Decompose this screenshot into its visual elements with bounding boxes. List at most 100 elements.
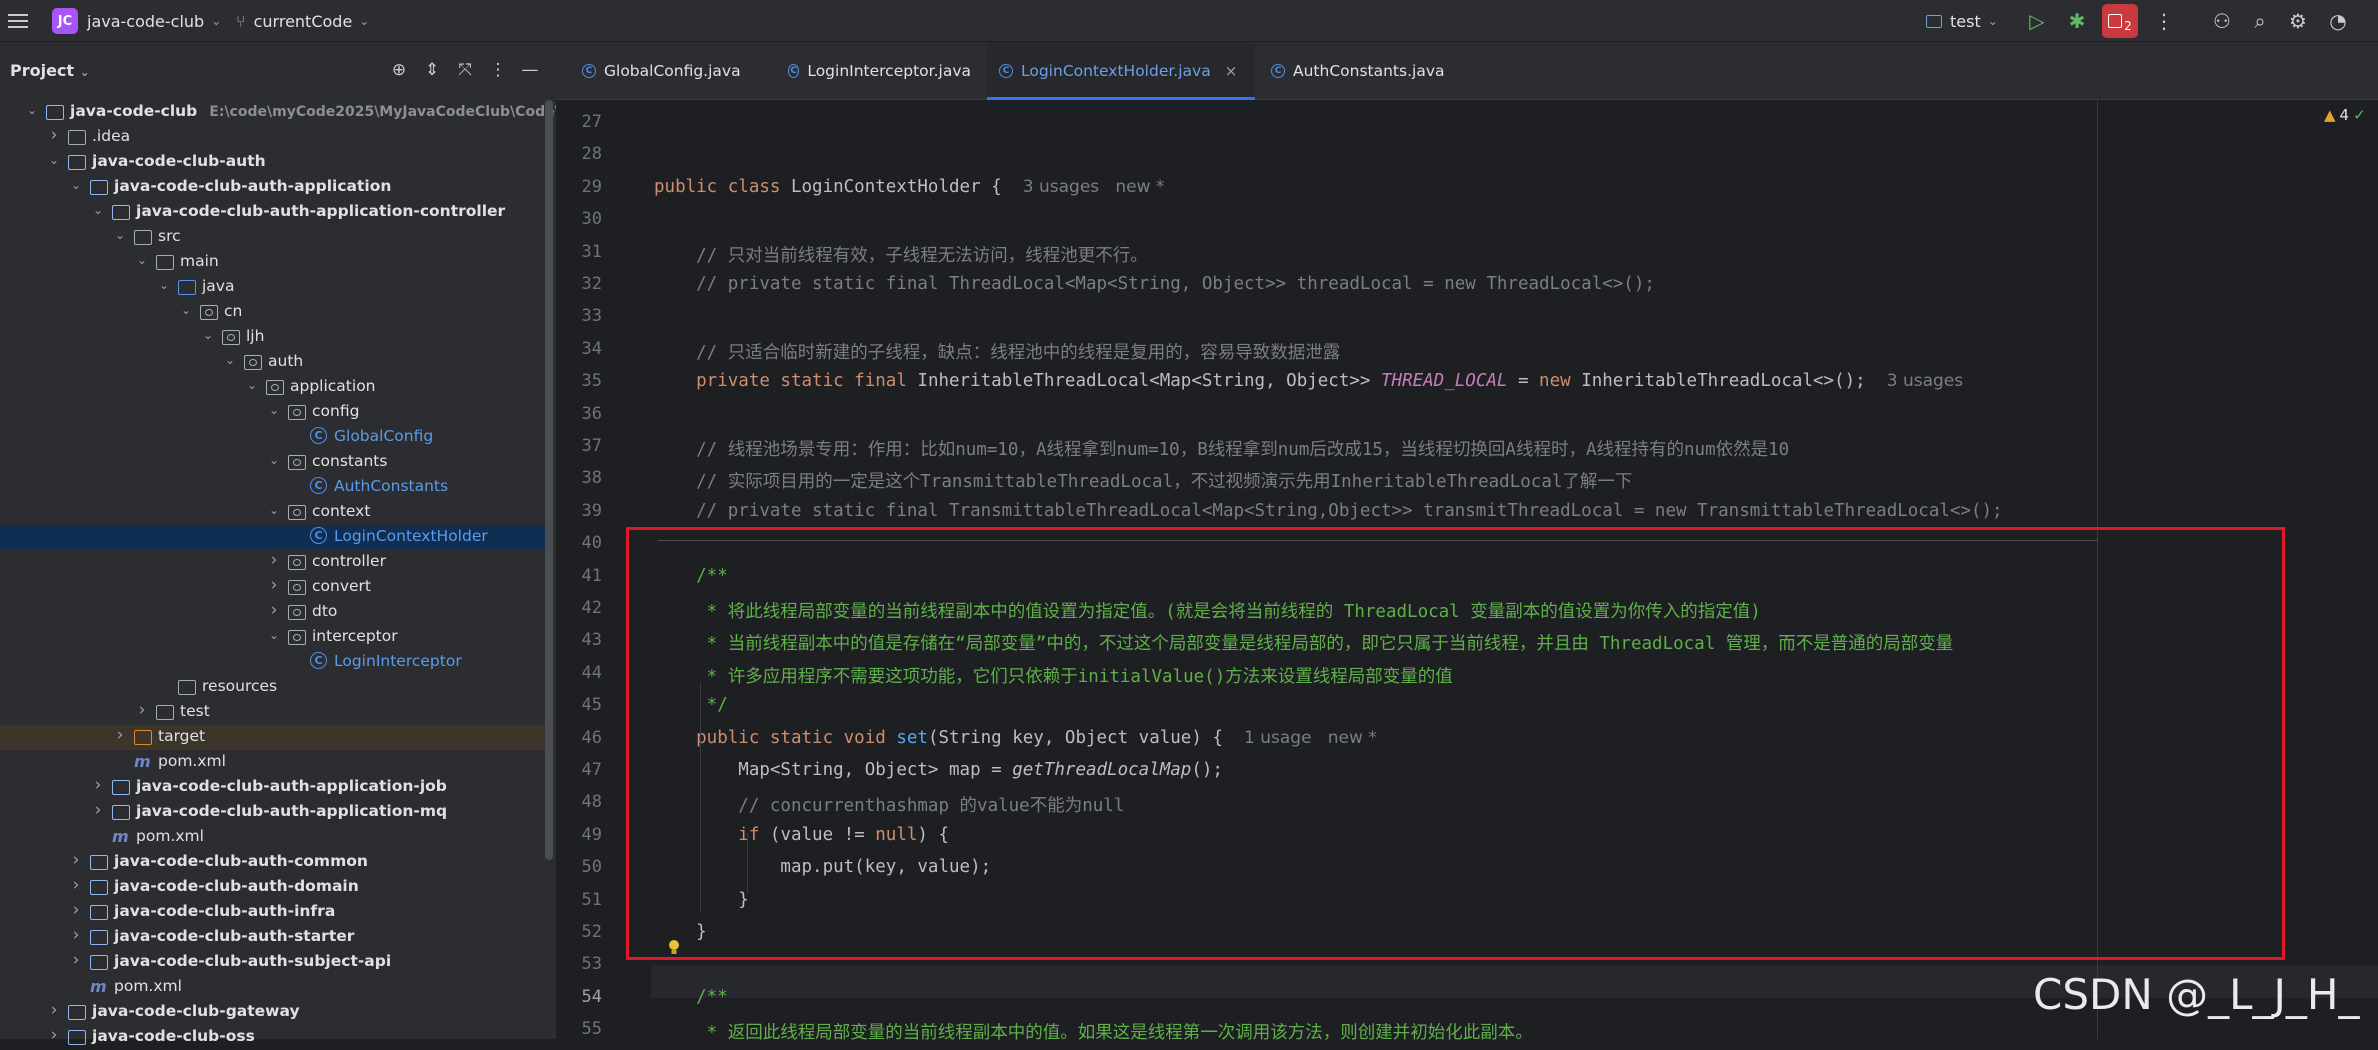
tree-item[interactable]: ⌄ java-code-club-auth bbox=[0, 150, 546, 175]
editor-tab[interactable]: C LoginInterceptor.java bbox=[776, 42, 971, 99]
tree-item[interactable]: ⌄ cn bbox=[0, 300, 546, 325]
tree-item-label: java-code-club-auth-common bbox=[114, 852, 368, 870]
tree-item[interactable]: C AuthConstants bbox=[0, 475, 546, 500]
debug-icon[interactable]: ✱ bbox=[2064, 8, 2090, 34]
tree-item[interactable]: C LoginInterceptor bbox=[0, 650, 546, 675]
tree-item[interactable]: ⌄ java bbox=[0, 275, 546, 300]
tree-item[interactable]: ⌄ ljh bbox=[0, 325, 546, 350]
tree-item[interactable]: ⌄ java-code-club-auth-application bbox=[0, 175, 546, 200]
chevron-down-icon[interactable]: ⌄ bbox=[245, 378, 259, 392]
hide-panel-icon[interactable]: — bbox=[518, 58, 542, 82]
options-icon[interactable]: ⋮ bbox=[486, 58, 510, 82]
tree-item[interactable]: › java-code-club-auth-common bbox=[0, 850, 546, 875]
tree-item[interactable]: ⌄ interceptor bbox=[0, 625, 546, 650]
account-icon[interactable]: ◔ bbox=[2325, 8, 2351, 34]
tree-item[interactable]: › java-code-club-auth-application-job bbox=[0, 775, 546, 800]
chevron-right-icon[interactable]: › bbox=[91, 775, 105, 795]
tree-item-label: .idea bbox=[92, 127, 131, 145]
inspection-widget[interactable]: ▲ 4 ✓ bbox=[2324, 106, 2366, 124]
tree-item[interactable]: › java-code-club-gateway bbox=[0, 1000, 546, 1025]
tree-item[interactable]: resources bbox=[0, 675, 546, 700]
search-icon[interactable]: ⌕ bbox=[2247, 8, 2273, 34]
close-tab-icon[interactable]: × bbox=[1225, 62, 1238, 80]
notifications-button[interactable]: 2 bbox=[2102, 4, 2138, 38]
chevron-right-icon[interactable]: › bbox=[267, 600, 281, 620]
editor-tab[interactable]: C GlobalConfig.java bbox=[570, 42, 760, 99]
chevron-right-icon[interactable]: › bbox=[91, 800, 105, 820]
chevron-down-icon[interactable]: ⌄ bbox=[113, 228, 127, 242]
chevron-right-icon[interactable]: › bbox=[113, 725, 127, 745]
chevron-down-icon[interactable]: ⌄ bbox=[223, 353, 237, 367]
tree-item[interactable]: › .idea bbox=[0, 125, 546, 150]
chevron-down-icon[interactable]: ⌄ bbox=[201, 328, 215, 342]
chevron-down-icon[interactable]: ⌄ bbox=[157, 278, 171, 292]
locate-file-icon[interactable]: ⊕ bbox=[387, 58, 411, 82]
chevron-right-icon[interactable]: › bbox=[135, 700, 149, 720]
editor-tab[interactable]: C AuthConstants.java bbox=[1259, 42, 1459, 99]
tree-item[interactable]: › java-code-club-auth-subject-api bbox=[0, 950, 546, 975]
chevron-right-icon[interactable]: › bbox=[267, 575, 281, 595]
chevron-down-icon[interactable]: ⌄ bbox=[135, 253, 149, 267]
tree-item[interactable]: › java-code-club-auth-application-mq bbox=[0, 800, 546, 825]
tree-item[interactable]: ⌄ src bbox=[0, 225, 546, 250]
chevron-right-icon[interactable]: › bbox=[69, 875, 83, 895]
chevron-down-icon[interactable]: ⌄ bbox=[69, 178, 83, 192]
tree-item[interactable]: m pom.xml bbox=[0, 750, 546, 775]
tree-item[interactable]: ⌄ application bbox=[0, 375, 546, 400]
lightbulb-icon[interactable] bbox=[667, 939, 681, 957]
code-token: // private static final TransmittableThr… bbox=[654, 500, 2003, 521]
settings-gear-icon[interactable]: ⚙ bbox=[2285, 8, 2311, 34]
chevron-down-icon[interactable]: ⌄ bbox=[267, 628, 281, 642]
chevron-right-icon[interactable]: › bbox=[47, 1025, 61, 1045]
collapse-all-icon[interactable]: ⤧ bbox=[453, 58, 477, 82]
tree-item[interactable]: m pom.xml bbox=[0, 975, 546, 1000]
chevron-right-icon[interactable]: › bbox=[69, 925, 83, 945]
chevron-right-icon[interactable]: › bbox=[47, 125, 61, 145]
tree-item[interactable]: › java-code-club-auth-domain bbox=[0, 875, 546, 900]
main-menu-icon[interactable] bbox=[8, 0, 28, 42]
line-number: 53 bbox=[581, 954, 602, 975]
tree-item[interactable]: › java-code-club-auth-infra bbox=[0, 900, 546, 925]
more-actions-icon[interactable]: ⋮ bbox=[2151, 8, 2177, 34]
tree-item[interactable]: m pom.xml bbox=[0, 825, 546, 850]
chevron-right-icon[interactable]: › bbox=[47, 1000, 61, 1020]
tree-item[interactable]: ⌄ auth bbox=[0, 350, 546, 375]
chevron-down-icon[interactable]: ⌄ bbox=[25, 103, 39, 117]
tree-item[interactable]: C GlobalConfig bbox=[0, 425, 546, 450]
tree-item-label: auth bbox=[268, 352, 304, 370]
tree-item[interactable]: ⌄ context bbox=[0, 500, 546, 525]
tree-item[interactable]: › java-code-club-auth-starter bbox=[0, 925, 546, 950]
chevron-right-icon[interactable]: › bbox=[69, 950, 83, 970]
chevron-down-icon[interactable]: ⌄ bbox=[91, 203, 105, 217]
chevron-down-icon[interactable]: ⌄ bbox=[267, 453, 281, 467]
tree-item[interactable]: › test bbox=[0, 700, 546, 725]
project-panel-title[interactable]: Project ⌄ bbox=[10, 61, 90, 80]
tree-item[interactable]: › target bbox=[0, 725, 546, 750]
tree-item[interactable]: ⌄ constants bbox=[0, 450, 546, 475]
add-user-icon[interactable]: ⚇ bbox=[2209, 8, 2235, 34]
chevron-down-icon[interactable]: ⌄ bbox=[267, 403, 281, 417]
editor-tab[interactable]: C LoginContextHolder.java × bbox=[987, 42, 1255, 100]
chevron-right-icon[interactable]: › bbox=[267, 550, 281, 570]
tree-item[interactable]: ⌄ main bbox=[0, 250, 546, 275]
run-icon[interactable]: ▷ bbox=[2024, 8, 2050, 34]
tree-item[interactable]: C LoginContextHolder bbox=[0, 525, 546, 550]
chevron-down-icon[interactable]: ⌄ bbox=[179, 303, 193, 317]
tree-item[interactable]: › java-code-club-oss bbox=[0, 1025, 546, 1050]
tree-item[interactable]: ⌄ config bbox=[0, 400, 546, 425]
branch-switcher[interactable]: ⑂ currentCode ⌄ bbox=[236, 0, 369, 42]
tree-item[interactable]: › dto bbox=[0, 600, 546, 625]
run-config-selector[interactable]: test ⌄ bbox=[1926, 0, 1998, 42]
expand-all-icon[interactable]: ⇕ bbox=[420, 58, 444, 82]
chevron-right-icon[interactable]: › bbox=[69, 850, 83, 870]
tree-item[interactable]: ⌄ java-code-club-auth-application-control… bbox=[0, 200, 546, 225]
chevron-down-icon[interactable]: ⌄ bbox=[47, 153, 61, 167]
tree-item[interactable]: ⌄ java-code-club E:\code\myCode2025\MyJava… bbox=[0, 100, 607, 125]
chevron-right-icon[interactable]: › bbox=[69, 900, 83, 920]
tree-item[interactable]: › convert bbox=[0, 575, 546, 600]
project-tree-scrollbar[interactable] bbox=[545, 100, 553, 860]
java-class-icon: C bbox=[310, 652, 327, 669]
chevron-down-icon[interactable]: ⌄ bbox=[267, 503, 281, 517]
tree-item[interactable]: › controller bbox=[0, 550, 546, 575]
project-switcher[interactable]: JC java-code-club ⌄ bbox=[52, 0, 221, 42]
